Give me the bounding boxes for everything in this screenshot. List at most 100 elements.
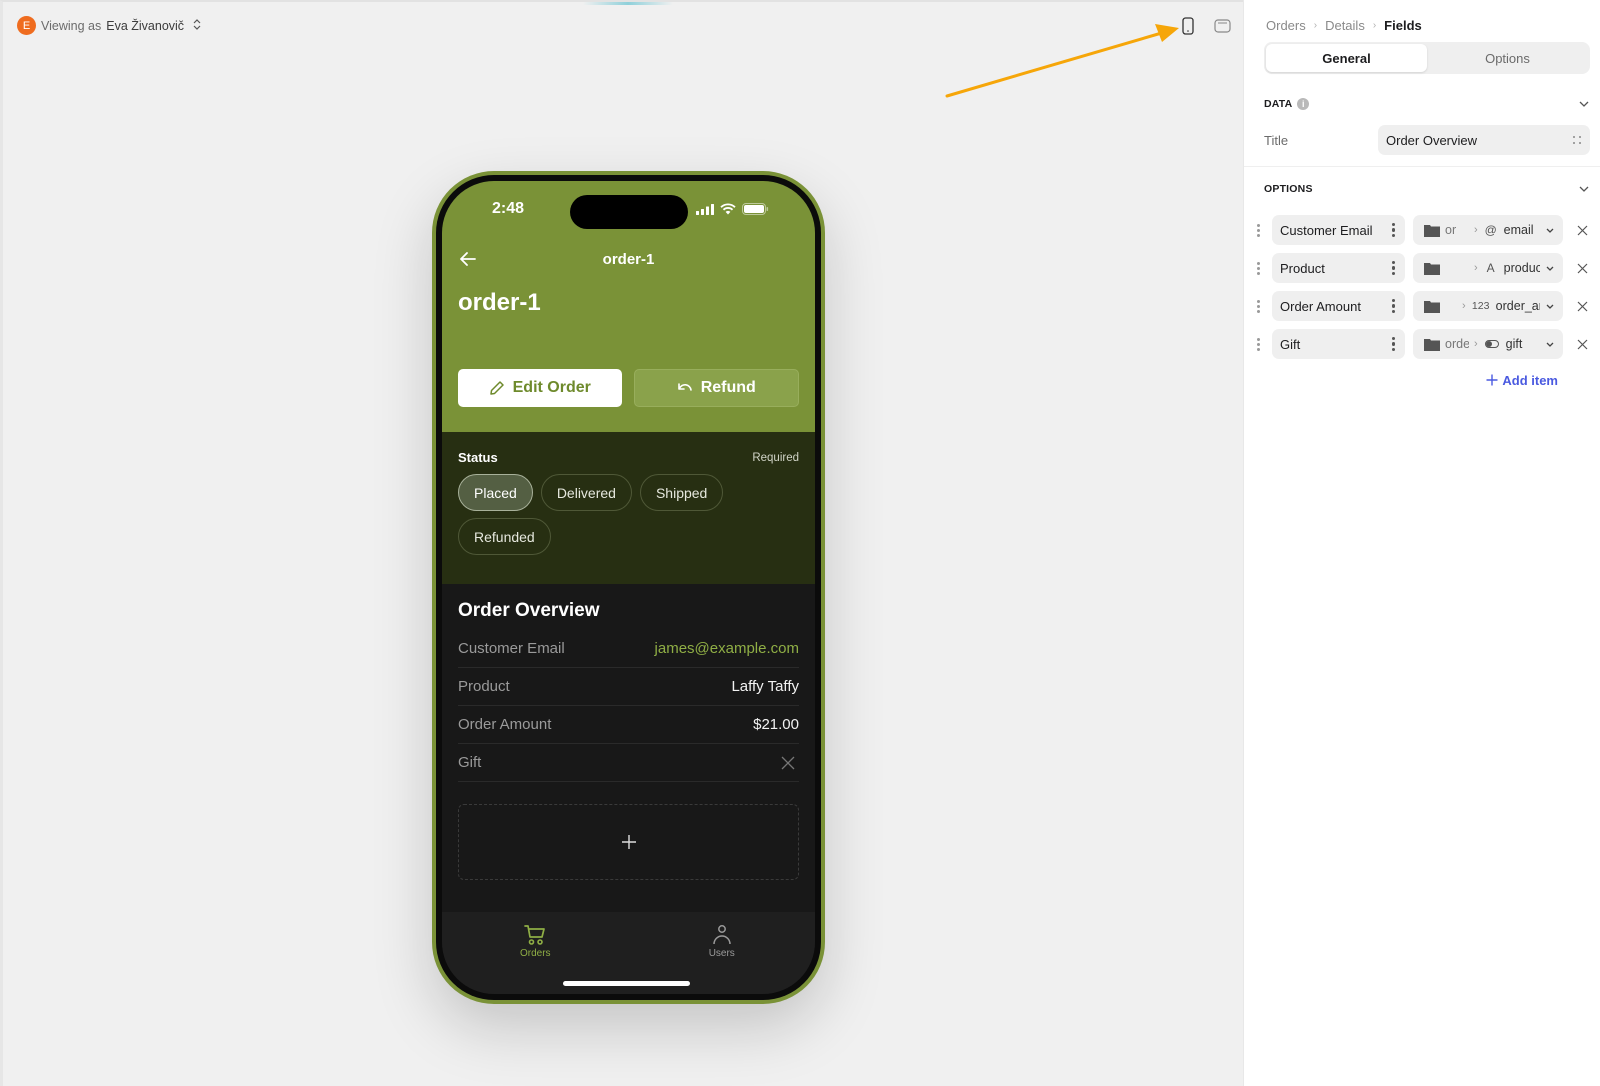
info-icon[interactable]: i [1297, 98, 1310, 110]
remove-option-button[interactable] [1575, 299, 1589, 313]
drag-handle-icon[interactable] [1252, 223, 1264, 237]
overview-row: Customer Email james@example.com [458, 630, 799, 668]
chevron-right-icon: › [1372, 19, 1377, 31]
breadcrumb-orders[interactable]: Orders [1266, 18, 1306, 33]
chevron-updown-icon [193, 18, 201, 33]
edit-order-button[interactable]: Edit Order [458, 369, 622, 407]
plus-icon [621, 835, 636, 849]
home-indicator [563, 981, 690, 986]
more-vertical-icon[interactable] [1390, 221, 1398, 240]
chevron-right-icon: › [1474, 262, 1478, 274]
status-field: Status Required Placed Delivered Shipped… [442, 432, 815, 584]
nav-bar: order-1 [458, 237, 799, 281]
options-section-label: OPTIONS [1264, 183, 1313, 195]
more-vertical-icon[interactable] [1390, 259, 1398, 278]
add-item-button[interactable]: Add item [1244, 363, 1600, 397]
binding-field: order_ar [1495, 299, 1540, 313]
title-input[interactable]: Order Overview [1378, 125, 1590, 155]
add-field-button[interactable] [458, 804, 799, 880]
option-item: Gift orde › gift [1244, 325, 1600, 363]
option-label-input[interactable]: Product [1272, 253, 1405, 283]
tab-options[interactable]: Options [1427, 44, 1588, 72]
option-label-input[interactable]: Customer Email [1272, 215, 1405, 245]
data-section-header[interactable]: DATA i [1244, 86, 1600, 122]
row-value: Laffy Taffy [731, 678, 799, 695]
chevron-right-icon: › [1313, 19, 1318, 31]
tablet-icon [1213, 19, 1231, 33]
close-icon [1577, 339, 1587, 349]
tab-orders-label: Orders [519, 948, 551, 959]
status-label: Status [458, 450, 498, 465]
undo-icon [677, 383, 692, 391]
breadcrumb-details[interactable]: Details [1325, 18, 1365, 33]
customer-email-link[interactable]: james@example.com [655, 640, 799, 657]
option-label-input[interactable]: Order Amount [1272, 291, 1405, 321]
title-label: Title [1264, 132, 1289, 148]
mobile-preview-button[interactable] [1179, 16, 1197, 36]
breadcrumb-fields: Fields [1384, 17, 1422, 33]
battery-icon [742, 203, 769, 215]
overview-row: Order Amount $21.00 [458, 706, 799, 744]
binding-field: product [1503, 261, 1540, 275]
status-chip-placed[interactable]: Placed [458, 474, 533, 511]
option-binding-select[interactable]: or › @ email [1413, 215, 1563, 245]
folder-icon [1424, 300, 1440, 313]
tablet-preview-button[interactable] [1213, 16, 1231, 36]
signal-icon [696, 203, 714, 215]
overview-row: Gift [458, 744, 799, 782]
viewing-as-selector[interactable]: E Viewing as Eva Živanovič [17, 16, 201, 35]
remove-option-button[interactable] [1575, 223, 1589, 237]
close-icon [1577, 263, 1587, 273]
remove-option-button[interactable] [1575, 337, 1589, 351]
page-title: order-1 [458, 289, 541, 316]
wifi-icon [720, 203, 736, 215]
nav-title: order-1 [602, 250, 655, 268]
drag-handle-icon[interactable] [1252, 261, 1264, 275]
viewing-as-prefix: Viewing as [41, 18, 102, 33]
close-icon [1577, 301, 1587, 311]
option-binding-select[interactable]: orde › gift [1413, 329, 1563, 359]
phone-preview: 2:48 order-1 order-1 Edit Order Refund S… [432, 171, 825, 1004]
more-vertical-icon[interactable] [1390, 335, 1398, 354]
tab-general[interactable]: General [1266, 44, 1427, 72]
drag-handle-icon[interactable] [1252, 337, 1264, 351]
dynamic-island [570, 195, 688, 229]
chevron-down-icon [1546, 304, 1554, 309]
binding-field: gift [1505, 337, 1523, 351]
chevron-right-icon: › [1474, 338, 1478, 350]
option-item: Customer Email or › @ email [1244, 211, 1600, 249]
chevron-right-icon: › [1474, 224, 1478, 236]
toggle-type-icon [1484, 340, 1499, 348]
option-label-input[interactable]: Gift [1272, 329, 1405, 359]
option-binding-select[interactable]: › 123 order_ar [1413, 291, 1563, 321]
arrow-left-icon[interactable] [458, 249, 478, 269]
refund-label: Refund [700, 379, 756, 396]
chevron-down-icon [1546, 342, 1554, 347]
drag-handle-icon[interactable] [1252, 299, 1264, 313]
overview-title: Order Overview [458, 600, 600, 621]
chevron-down-icon [1579, 186, 1589, 192]
data-section-label: DATA [1264, 98, 1293, 110]
folder-icon [1424, 224, 1440, 237]
option-binding-select[interactable]: › A product [1413, 253, 1563, 283]
breadcrumb: Orders › Details › Fields [1244, 0, 1600, 36]
more-vertical-icon[interactable] [1390, 297, 1398, 316]
add-item-label: Add item [1502, 372, 1558, 388]
status-chip-delivered[interactable]: Delivered [540, 474, 632, 511]
status-chip-refunded[interactable]: Refunded [458, 518, 551, 555]
refund-button[interactable]: Refund [633, 369, 799, 407]
option-label: Customer Email [1280, 222, 1373, 238]
edit-order-label: Edit Order [512, 379, 591, 396]
status-options: Placed Delivered Shipped Refunded [458, 474, 758, 555]
row-key: Order Amount [458, 716, 552, 733]
options-section-header[interactable]: OPTIONS [1244, 171, 1600, 207]
email-type-icon: @ [1484, 223, 1497, 237]
overview-row: Product Laffy Taffy [458, 668, 799, 706]
chevron-down-icon [1546, 228, 1554, 233]
properties-panel: Orders › Details › Fields General Option… [1243, 0, 1600, 1086]
pencil-icon [489, 381, 504, 395]
remove-option-button[interactable] [1575, 261, 1589, 275]
binding-icon[interactable] [1572, 135, 1582, 145]
status-chip-shipped[interactable]: Shipped [639, 474, 724, 511]
device-toggle [1179, 16, 1231, 36]
